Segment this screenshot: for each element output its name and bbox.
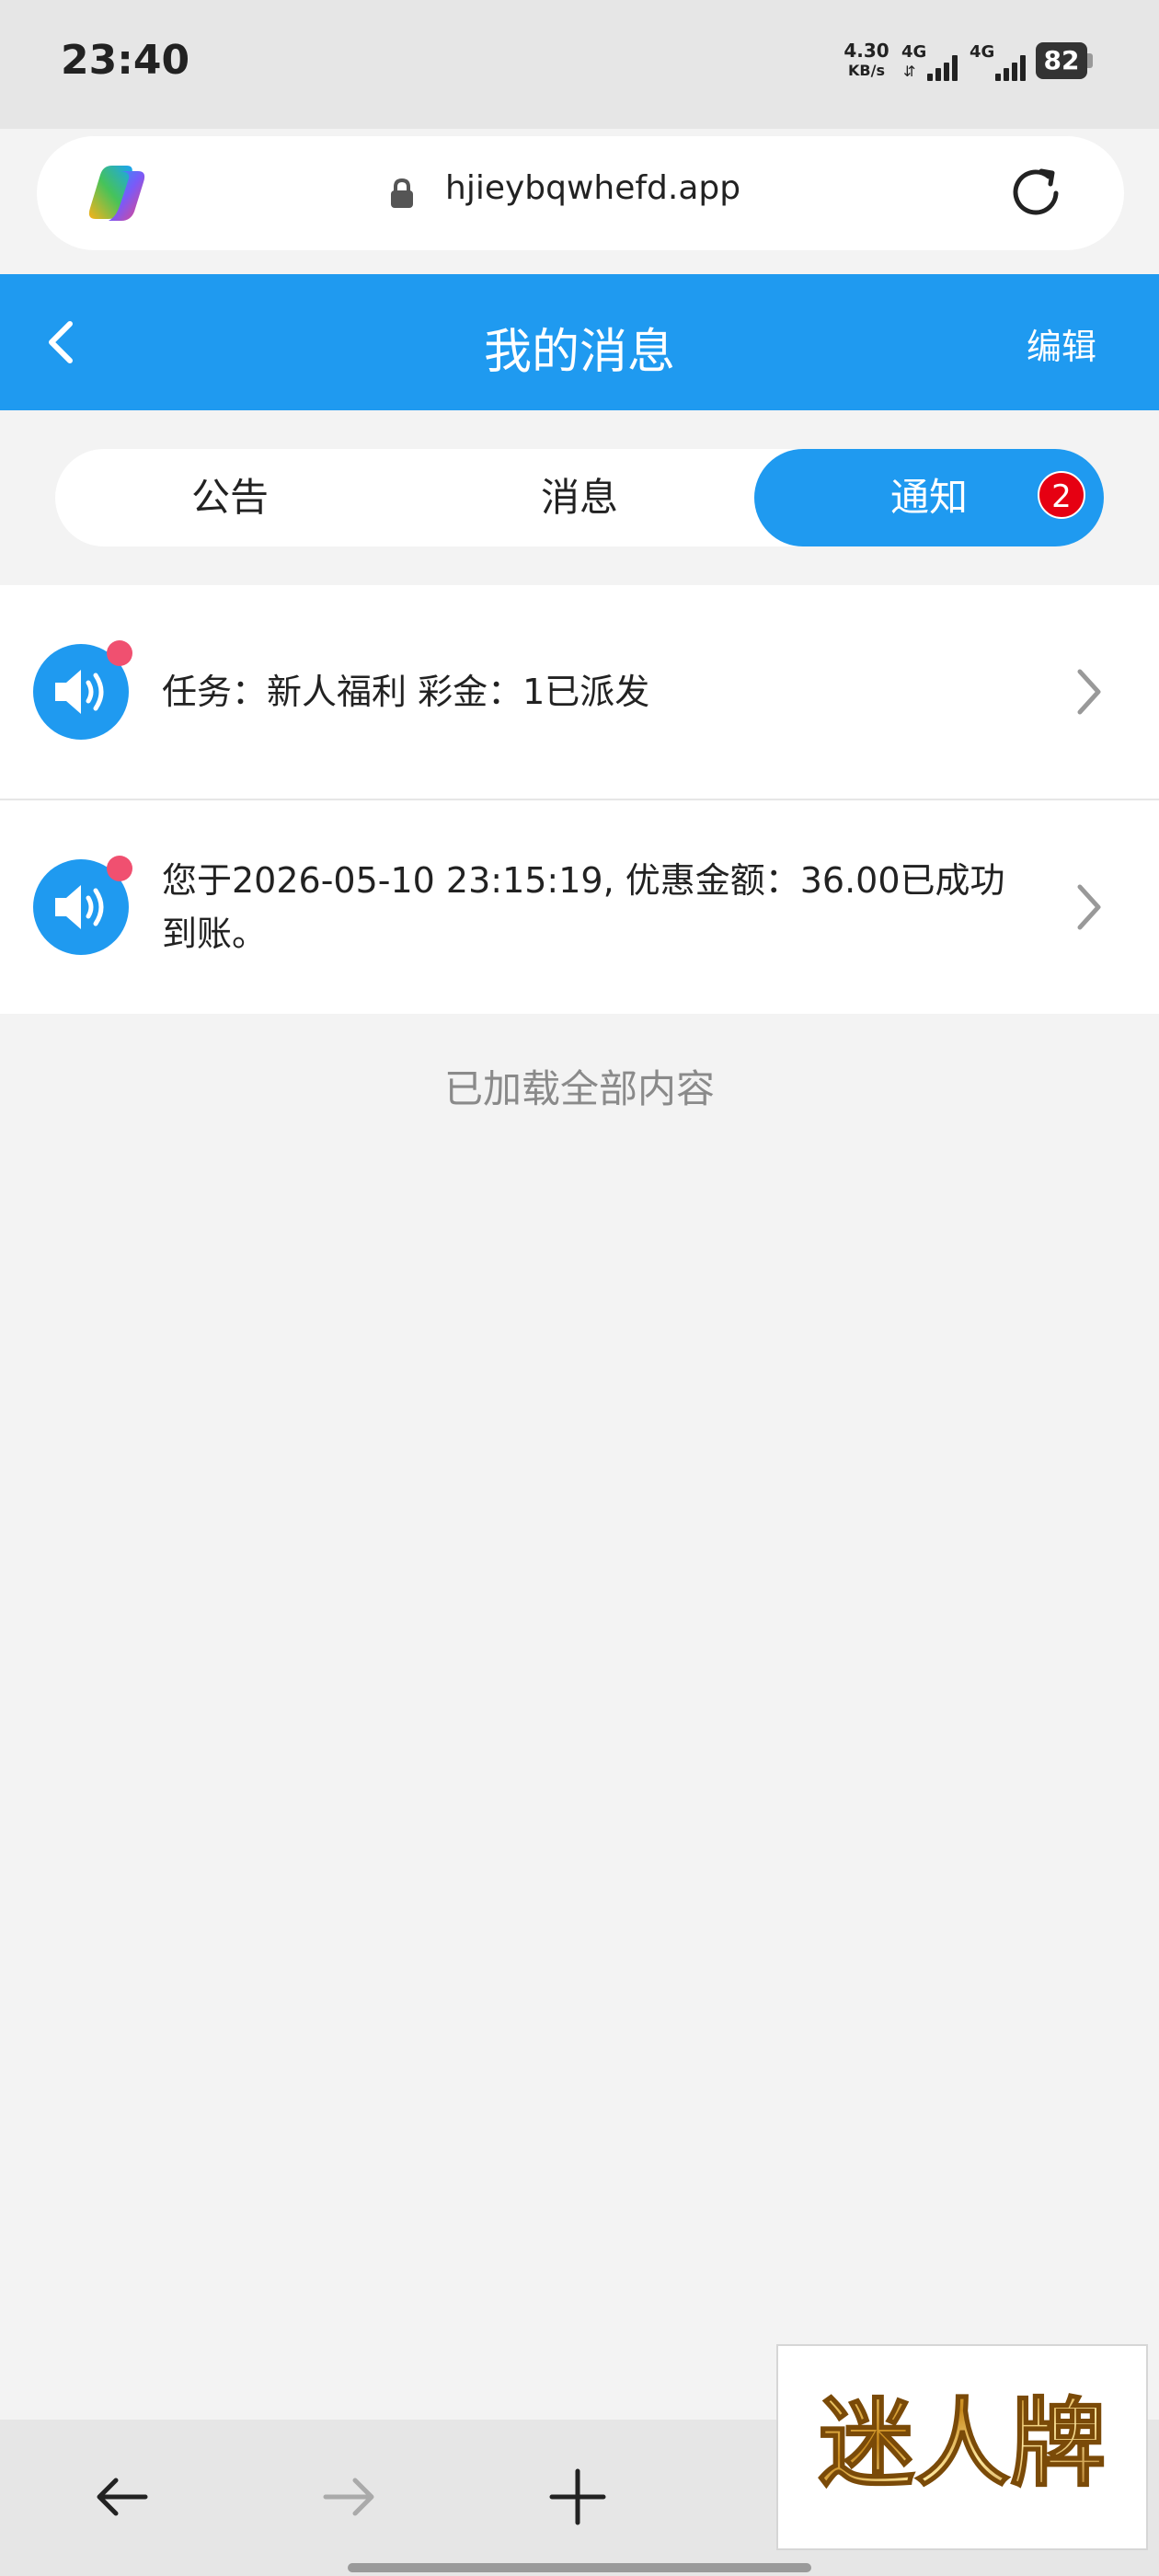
tab-bar: 公告 消息 通知 — [55, 449, 1104, 546]
loaded-all-text: 已加载全部内容 — [443, 1066, 715, 1111]
status-time: 23:40 — [61, 37, 190, 84]
network-speed-unit: KB/s — [848, 62, 885, 79]
lock-icon — [391, 178, 413, 208]
list-item[interactable]: 任务：新人福利 彩金：1已派发 — [0, 585, 1159, 800]
status-bar: 23:40 4.30 KB/s 4G ⇵ 4G 82 — [0, 0, 1159, 129]
signal-2-icon: 4G — [970, 42, 1028, 83]
tab-announcement[interactable]: 公告 — [55, 449, 405, 546]
message-text: 任务：新人福利 彩金：1已派发 — [162, 672, 650, 712]
arrow-left-icon[interactable] — [85, 2460, 158, 2534]
plus-icon[interactable] — [541, 2460, 614, 2534]
chevron-right-icon — [1077, 884, 1101, 930]
battery-level: 82 — [1036, 42, 1087, 79]
home-indicator[interactable] — [348, 2563, 811, 2572]
notification-count-badge: 2 — [1038, 471, 1085, 519]
signal-1-icon: 4G ⇵ — [901, 42, 960, 83]
url-text[interactable]: hjieybqwhefd.app — [445, 169, 740, 207]
network-speed-value: 4.30 — [843, 40, 889, 62]
address-bar[interactable]: hjieybqwhefd.app — [37, 136, 1124, 250]
tab-messages[interactable]: 消息 — [405, 449, 754, 546]
reload-icon[interactable] — [1003, 160, 1069, 226]
network-speed: 4.30 KB/s — [839, 40, 894, 81]
ad-text: 迷人牌 — [819, 2387, 1106, 2500]
page-header: 我的消息 编辑 — [0, 274, 1159, 410]
arrow-right-icon[interactable] — [313, 2460, 386, 2534]
message-text: 您于2026-05-10 23:15:19, 优惠金额：36.00已成功到账。 — [162, 860, 1005, 954]
list-item[interactable]: 您于2026-05-10 23:15:19, 优惠金额：36.00已成功到账。 — [0, 800, 1159, 1014]
edit-button[interactable]: 编辑 — [1027, 318, 1096, 369]
chevron-right-icon — [1077, 669, 1101, 715]
unread-dot — [107, 640, 132, 666]
battery-icon: 82 — [1036, 42, 1095, 79]
copilot-logo-icon[interactable] — [85, 162, 151, 224]
ad-banner[interactable]: 迷人牌 — [776, 2344, 1148, 2550]
page-title: 我的消息 — [483, 325, 675, 380]
unread-dot — [107, 856, 132, 881]
notification-list: 任务：新人福利 彩金：1已派发 您于2026-05-10 23:15:19, 优… — [0, 585, 1159, 1014]
